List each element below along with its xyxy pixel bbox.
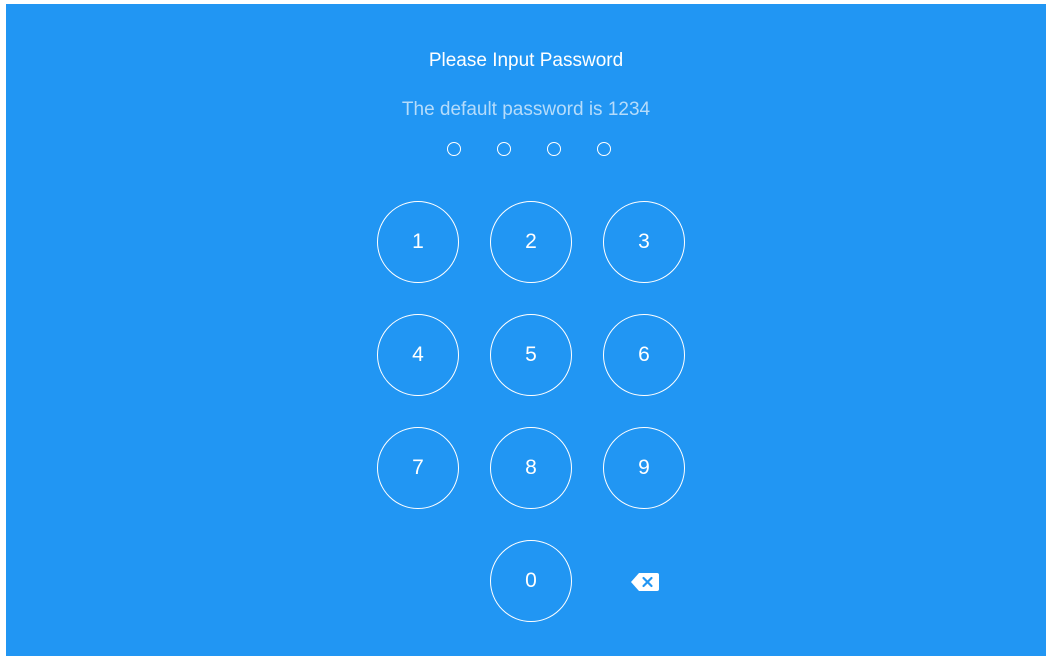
pin-dot [447, 142, 461, 156]
backspace-button[interactable] [630, 572, 660, 592]
key-9[interactable]: 9 [603, 427, 685, 509]
pin-dot [497, 142, 511, 156]
pin-indicator [447, 142, 627, 160]
key-7[interactable]: 7 [377, 427, 459, 509]
key-0[interactable]: 0 [490, 540, 572, 622]
key-1[interactable]: 1 [377, 201, 459, 283]
password-hint: The default password is 1234 [401, 99, 651, 120]
pin-dot [547, 142, 561, 156]
key-3[interactable]: 3 [603, 201, 685, 283]
key-5[interactable]: 5 [490, 314, 572, 396]
password-title: Please Input Password [428, 50, 624, 71]
key-8[interactable]: 8 [490, 427, 572, 509]
backspace-icon [631, 573, 659, 591]
key-2[interactable]: 2 [490, 201, 572, 283]
key-4[interactable]: 4 [377, 314, 459, 396]
key-6[interactable]: 6 [603, 314, 685, 396]
pin-dot [597, 142, 611, 156]
password-screen: Please Input Password The default passwo… [6, 4, 1046, 656]
